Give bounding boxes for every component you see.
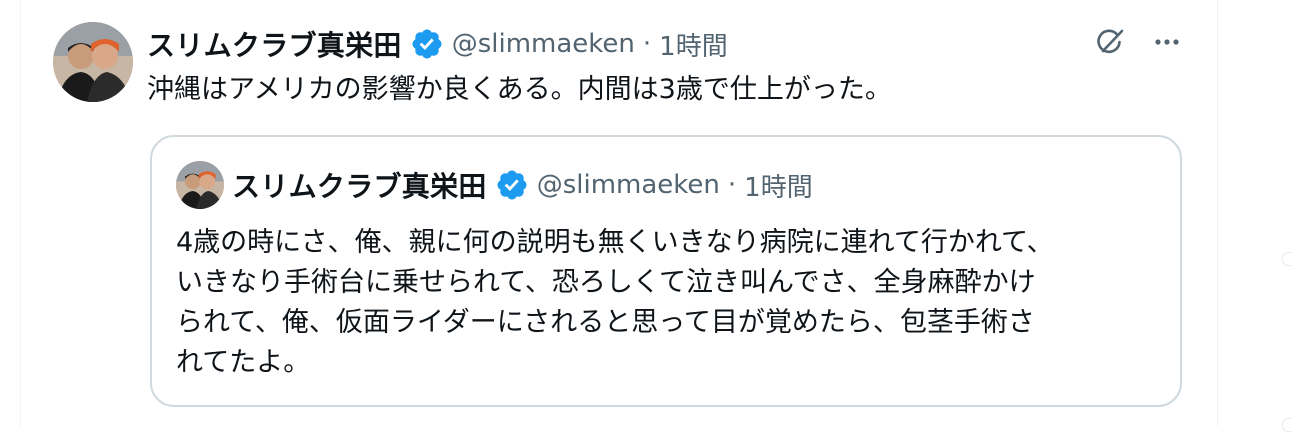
quoted-text-line: 4歳の時にさ、俺、親に何の説明も無くいきなり病院に連れて行かれて、 bbox=[176, 227, 1054, 258]
grok-button[interactable] bbox=[1091, 24, 1131, 64]
sidebar-edge-ring bbox=[1282, 418, 1291, 432]
separator-dot: · bbox=[642, 29, 652, 59]
column-border-right bbox=[1217, 0, 1218, 426]
display-name[interactable]: スリムクラブ真栄田 bbox=[147, 24, 402, 64]
timestamp[interactable]: 1時間 bbox=[659, 26, 728, 63]
handle[interactable]: @slimmaeken bbox=[452, 29, 635, 59]
tweet[interactable]: スリムクラブ真栄田 @slimmaeken · 1時間 沖縄はアメリカの影響か良… bbox=[21, 0, 1217, 426]
quoted-tweet-header: スリムクラブ真栄田 @slimmaeken · 1時間 bbox=[232, 163, 813, 207]
separator-dot: · bbox=[727, 170, 737, 200]
quoted-text-line: られて、俺、仮面ライダーにされると思って目が覚めたら、包茎手術さ bbox=[176, 307, 1035, 338]
grok-icon bbox=[1094, 25, 1128, 63]
quoted-timestamp: 1時間 bbox=[744, 172, 813, 203]
quoted-handle: @slimmaeken bbox=[536, 170, 720, 200]
tweet-header: スリムクラブ真栄田 @slimmaeken · 1時間 bbox=[147, 22, 728, 66]
avatar[interactable] bbox=[53, 22, 133, 102]
verified-badge-icon bbox=[410, 27, 444, 61]
verified-badge-icon bbox=[495, 168, 529, 202]
right-sidebar-edge bbox=[1282, 0, 1291, 432]
quoted-display-name: スリムクラブ真栄田 bbox=[232, 170, 487, 203]
sidebar-edge-ring bbox=[1282, 252, 1291, 266]
more-button[interactable] bbox=[1147, 24, 1187, 64]
quoted-tweet[interactable]: スリムクラブ真栄田 @slimmaeken · 1時間 4歳の時にさ、俺、親に何… bbox=[150, 135, 1182, 407]
quoted-avatar[interactable] bbox=[176, 161, 224, 209]
quoted-tweet-text: 4歳の時にさ、俺、親に何の説明も無くいきなり病院に連れて行かれて、 いきなり手術… bbox=[176, 223, 1161, 383]
more-icon bbox=[1150, 25, 1184, 63]
quoted-text-line: れてたよ。 bbox=[176, 347, 311, 378]
tweet-text: 沖縄はアメリカの影響か良くある。内間は3歳で仕上がった。 bbox=[147, 74, 892, 105]
quoted-text-line: いきなり手術台に乗せられて、恐ろしくて泣き叫んでさ、全身麻酔かけ bbox=[176, 267, 1036, 298]
